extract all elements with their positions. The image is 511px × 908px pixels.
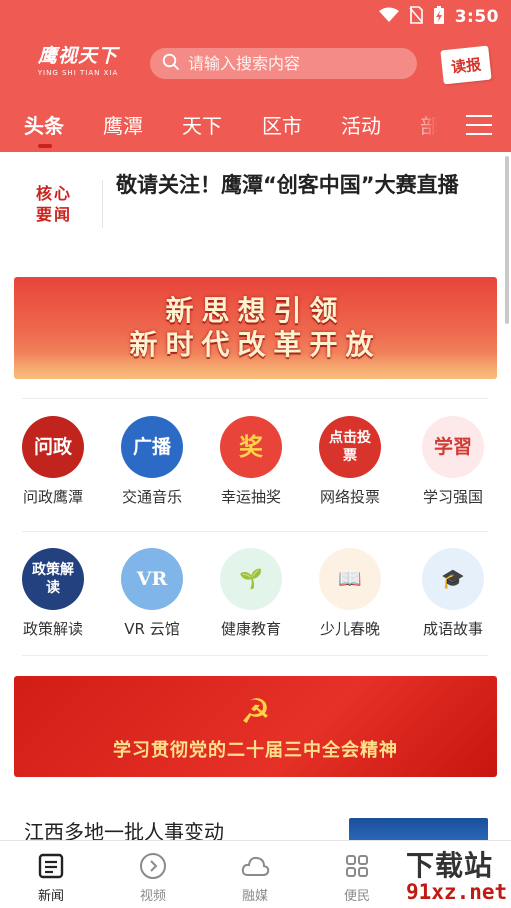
service-graduation-cap[interactable]: 🎓 成语故事 <box>408 548 498 639</box>
divider <box>22 531 488 532</box>
divider <box>22 398 488 399</box>
channel-tabs: 头条 鹰潭 天下 区市 活动 部 <box>0 102 511 152</box>
cloud-icon <box>240 851 270 881</box>
traffic-music-icon: 广播 <box>121 416 183 478</box>
search-bar[interactable] <box>150 48 417 79</box>
service-xuexi[interactable]: 学習 学习强国 <box>408 416 498 507</box>
wifi-icon <box>378 7 399 27</box>
service-label: 少儿春晚 <box>319 620 380 638</box>
nav-media-label: 融媒 <box>241 889 268 904</box>
lottery-icon: 奖 <box>220 416 282 478</box>
read-newspaper-button[interactable]: 读报 <box>440 45 492 85</box>
active-tab-indicator <box>38 144 52 148</box>
news-icon <box>36 851 66 881</box>
vr-icon: VR <box>121 548 183 610</box>
service-label: 交通音乐 <box>121 488 182 506</box>
video-icon <box>138 851 168 881</box>
service-label: 健康教育 <box>220 620 281 638</box>
banner-party-spirit[interactable]: ☭ 学习贯彻党的二十届三中全会精神 <box>14 676 497 777</box>
tab-headlines[interactable]: 头条 <box>24 110 64 139</box>
service-label: 问政鹰潭 <box>22 488 83 506</box>
status-bar: 3:50 <box>378 5 499 29</box>
xuexi-icon: 学習 <box>422 416 484 478</box>
logo-text-en: YING SHI TIAN XIA <box>37 69 119 77</box>
tab-tianxia[interactable]: 天下 <box>182 110 222 139</box>
graduation-cap-icon: 🎓 <box>422 548 484 610</box>
watermark-top: 下载站 <box>406 849 494 882</box>
banner-line1: 新思想引领 <box>165 294 346 327</box>
logo-text-cn: 鹰视天下 <box>37 45 118 67</box>
divider <box>102 180 103 228</box>
nav-media[interactable]: 融媒 <box>225 851 285 904</box>
nav-service-label: 便民 <box>343 889 370 904</box>
tab-fade <box>410 102 450 152</box>
service-policy[interactable]: 政策解读 政策解读 <box>8 548 98 639</box>
service-wenzheng[interactable]: 问政 问政鹰潭 <box>8 416 98 507</box>
headline-news[interactable]: 核心 要闻 敬请关注！鹰潭“创客中国”大赛直播 <box>24 170 494 240</box>
service-sprout[interactable]: 🌱 健康教育 <box>206 548 296 639</box>
vote-icon: 点击投票 <box>319 416 381 478</box>
banner-slogan: 学习贯彻党的二十届三中全会精神 <box>113 739 398 761</box>
service-label: 网络投票 <box>319 488 380 506</box>
site-watermark: 下载站 91xz.net <box>394 842 511 908</box>
search-input[interactable] <box>188 54 398 73</box>
no-sim-icon <box>409 6 423 28</box>
service-vr[interactable]: VR VR 云馆 <box>107 548 197 639</box>
channel-menu-button[interactable] <box>466 112 492 138</box>
nav-news-label: 新闻 <box>37 889 64 904</box>
service-label: VR 云馆 <box>124 620 180 638</box>
service-lottery[interactable]: 奖幸运抽奖 <box>206 416 296 507</box>
headline-title[interactable]: 敬请关注！鹰潭“创客中国”大赛直播 <box>116 170 496 201</box>
core-news-badge: 核心 要闻 <box>36 184 73 224</box>
policy-icon: 政策解读 <box>22 548 84 610</box>
tab-district[interactable]: 区市 <box>262 110 302 139</box>
sprout-icon: 🌱 <box>220 548 282 610</box>
book-icon: 📖 <box>319 548 381 610</box>
service-icon <box>342 851 372 881</box>
tab-yingtan[interactable]: 鹰潭 <box>103 110 143 139</box>
service-label: 成语故事 <box>422 620 483 638</box>
service-label: 政策解读 <box>22 620 83 638</box>
wenzheng-icon: 问政 <box>22 416 84 478</box>
battery-charging-icon <box>433 5 445 29</box>
read-newspaper-label: 读报 <box>450 54 482 77</box>
menu-icon <box>466 115 492 117</box>
divider <box>22 655 488 656</box>
service-traffic-music[interactable]: 广播 交通音乐 <box>107 416 197 507</box>
watermark-bottom: 91xz.net <box>406 880 508 904</box>
service-label: 幸运抽奖 <box>220 488 281 506</box>
app-header: 3:50 鹰视天下 YING SHI TIAN XIA 读报 头条 鹰潭 天下 … <box>0 0 511 152</box>
search-icon <box>162 53 180 75</box>
nav-news[interactable]: 新闻 <box>21 851 81 904</box>
party-emblem-icon: ☭ <box>240 691 271 732</box>
nav-video-label: 视频 <box>139 889 166 904</box>
nav-service[interactable]: 便民 <box>327 851 387 904</box>
app-logo: 鹰视天下 YING SHI TIAN XIA <box>36 44 120 84</box>
banner-reform[interactable]: 新思想引领 新时代改革开放 <box>14 277 497 379</box>
clock: 3:50 <box>454 7 499 27</box>
nav-video[interactable]: 视频 <box>123 851 183 904</box>
service-book[interactable]: 📖 少儿春晚 <box>305 548 395 639</box>
tab-activities[interactable]: 活动 <box>341 110 381 139</box>
city-skyline <box>14 353 497 379</box>
scrollbar[interactable] <box>505 156 509 324</box>
service-vote[interactable]: 点击投票 网络投票 <box>305 416 395 507</box>
service-label: 学习强国 <box>422 488 483 506</box>
